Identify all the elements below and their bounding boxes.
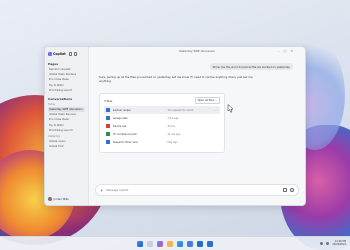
file-list-header: 3 files Open all files ⌄	[104, 97, 220, 104]
message-input[interactable]	[106, 188, 280, 192]
file-explorer-icon[interactable]	[167, 240, 173, 247]
sidebar-conversation-item[interactable]: Global Fork	[48, 144, 85, 149]
system-tray: 12:40 PM 10/24/2024	[320, 240, 346, 246]
open-all-label: Open all files	[197, 99, 214, 102]
edge-browser-icon[interactable]	[177, 240, 183, 247]
file-meta: You opened it in word	[167, 108, 194, 112]
app-name: Copilot	[53, 52, 66, 56]
file-row[interactable]: Garage sale 2 hrs ago	[104, 114, 220, 122]
word-icon[interactable]	[207, 240, 213, 247]
sidebar-header: Copilot	[48, 50, 85, 58]
clock-date: 10/24/2024	[332, 243, 346, 246]
add-attachment-icon[interactable]: +	[100, 188, 103, 193]
user-profile[interactable]: Jordan Wills	[48, 197, 69, 201]
sidebar-conversation-item[interactable]: Prioritizing Launch	[48, 128, 85, 133]
clock[interactable]: 12:40 PM 10/24/2024	[332, 240, 346, 246]
file-row[interactable]: Bizarre ops 20 hrs	[104, 122, 220, 130]
wifi-icon[interactable]	[320, 241, 324, 245]
file-list-card: 3 files Open all files ⌄ Sunbun recipe Y…	[99, 93, 225, 153]
mouse-cursor-icon	[227, 104, 234, 113]
microphone-icon[interactable]	[290, 188, 294, 192]
start-icon[interactable]	[137, 240, 143, 247]
message-composer: +	[95, 184, 299, 196]
sidebar-page-item[interactable]: Prioritizing launch	[48, 88, 85, 93]
word-file-icon	[106, 108, 110, 112]
new-chat-icon[interactable]	[73, 52, 78, 56]
file-meta: 20 hrs	[167, 124, 176, 128]
file-name: Garage sale	[112, 116, 128, 120]
file-row[interactable]: Research other race Day ago	[104, 138, 220, 146]
file-name: Bizarre ops	[112, 124, 127, 128]
excel-file-icon	[106, 132, 110, 136]
search-icon[interactable]	[147, 240, 153, 247]
volume-icon[interactable]	[326, 241, 330, 245]
avatar	[48, 197, 52, 201]
file-count: 3 files	[104, 98, 113, 103]
close-icon[interactable]: ✕	[290, 49, 293, 53]
open-all-files-button[interactable]: Open all files ⌄	[194, 97, 220, 104]
file-name: Sunbun recipe	[112, 108, 131, 112]
file-meta: Day ago	[167, 140, 178, 144]
minimize-icon[interactable]: –	[278, 49, 280, 53]
chevron-down-icon: ⌄	[214, 99, 217, 102]
maximize-icon[interactable]: □	[284, 49, 287, 53]
word-file-icon	[106, 116, 110, 120]
sidebar-conversation-item[interactable]: Tip to Nikki	[48, 123, 85, 128]
assistant-message: Sure, pulling up all the files you worke…	[99, 75, 253, 84]
file-name: Research other race	[112, 140, 138, 144]
more-options-icon[interactable]: ⋯	[214, 108, 217, 112]
window-controls: – □ ✕	[278, 49, 293, 53]
outlook-icon[interactable]	[197, 240, 203, 247]
copilot-icon[interactable]	[157, 240, 163, 247]
sidebar-conversation-item[interactable]: Eco Crew Ideas	[48, 117, 85, 122]
powerpoint-file-icon	[106, 124, 110, 128]
chat-title: Yesterday SWE discussion	[178, 49, 216, 53]
pages-header: Pages	[48, 62, 59, 66]
file-row[interactable]: Pit compliance plan 21 hrs ago	[104, 130, 220, 138]
copilot-logo-icon	[48, 52, 52, 56]
sidebar-page-item[interactable]: Eco Crew Ideas	[48, 77, 85, 82]
file-meta: 2 hrs ago	[167, 116, 179, 120]
taskbar: 12:40 PM 10/24/2024	[0, 236, 350, 250]
sidebar-toggle-icon[interactable]	[68, 52, 73, 56]
file-name: Pit compliance plan	[112, 132, 137, 136]
chat-area: Yesterday SWE discussion – □ ✕ Show me t…	[89, 47, 305, 205]
user-name: Jordan Wills	[53, 197, 69, 201]
user-message: Show me the word doc/excel file we worke…	[209, 63, 293, 70]
chat-topbar: Yesterday SWE discussion – □ ✕	[99, 47, 295, 55]
conversations-header: Conversations	[48, 96, 73, 101]
store-icon[interactable]	[187, 240, 193, 247]
sidebar-page-item[interactable]: Tip to Nikki	[48, 83, 85, 88]
copilot-window: Copilot Pages Random request Global Team…	[44, 46, 306, 206]
file-meta: 21 hrs ago	[167, 132, 181, 136]
file-row[interactable]: Sunbun recipe You opened it in word ⋯	[104, 106, 220, 114]
image-icon[interactable]	[283, 188, 287, 192]
sidebar: Copilot Pages Random request Global Team…	[45, 47, 89, 205]
word-file-icon	[106, 140, 110, 144]
